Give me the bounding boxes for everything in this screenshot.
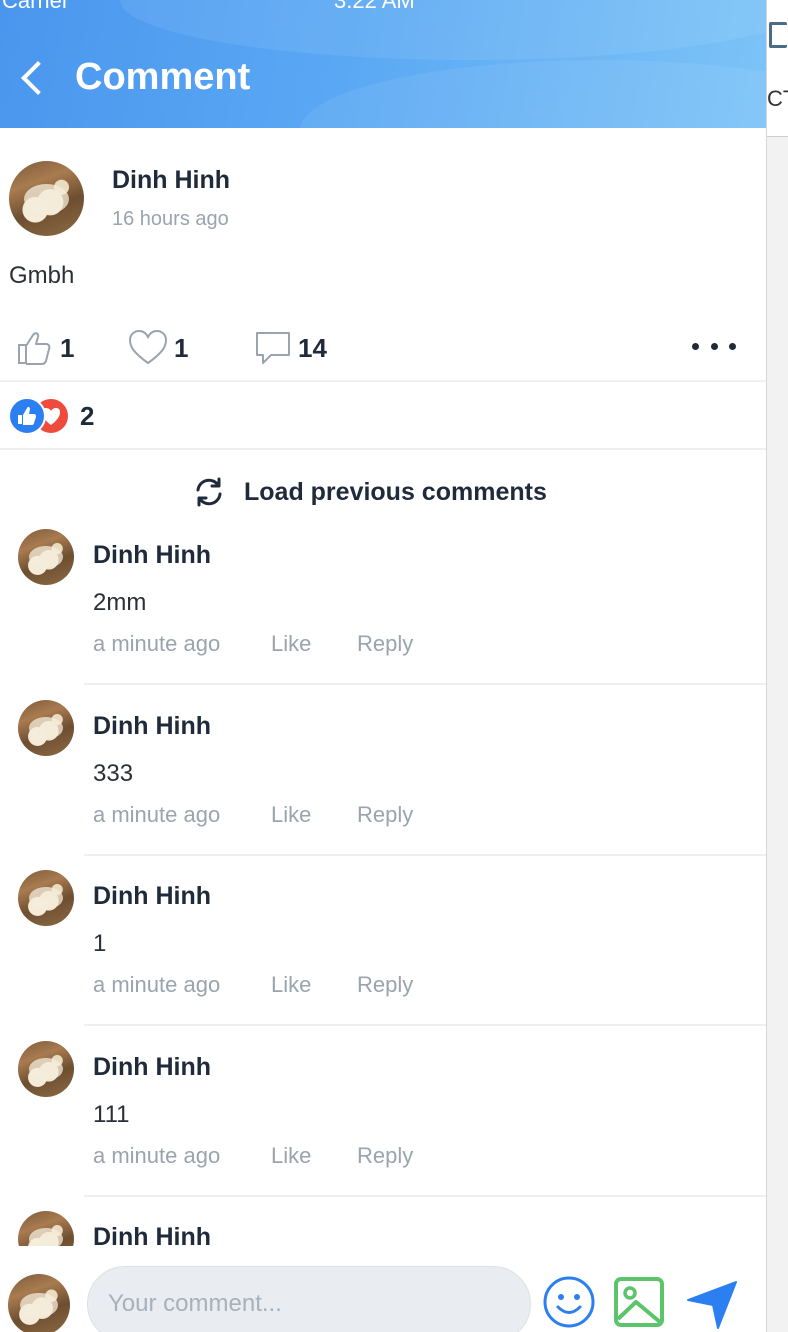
comment-item: Dinh Hinh <box>0 1211 766 1246</box>
image-attach-button[interactable] <box>612 1274 668 1330</box>
more-dot-icon <box>710 342 718 350</box>
heart-icon <box>128 329 168 365</box>
adjacent-screen-header: CT <box>767 0 788 137</box>
comment-like-button[interactable]: Like <box>271 631 311 657</box>
comment-text: 1 <box>93 930 107 957</box>
comment-avatar[interactable] <box>18 1041 74 1097</box>
load-previous-label: Load previous comments <box>244 477 547 506</box>
comment-time: a minute ago <box>93 1143 221 1168</box>
load-previous-comments-button[interactable]: Load previous comments <box>192 474 547 510</box>
comment-composer <box>0 1246 766 1332</box>
post-timestamp: 16 hours ago <box>112 208 229 230</box>
comment-text: 2mm <box>93 589 147 616</box>
comment-avatar[interactable] <box>18 870 74 926</box>
divider <box>84 683 766 685</box>
post-heart-button[interactable]: 1 <box>128 328 188 368</box>
comment-author[interactable]: Dinh Hinh <box>93 712 211 741</box>
send-arrow-icon <box>687 1281 737 1329</box>
post-comment-button[interactable]: 14 <box>254 328 327 368</box>
comment-author[interactable]: Dinh Hinh <box>93 1053 211 1082</box>
comment-reply-button[interactable]: Reply <box>357 1143 413 1169</box>
more-dot-icon <box>729 342 736 350</box>
comment-like-button[interactable]: Like <box>271 802 311 828</box>
reaction-total: 2 <box>80 400 95 431</box>
navigation-header: Carrier 3:22 AM Comment <box>0 0 766 128</box>
divider <box>84 854 766 856</box>
image-icon <box>614 1277 664 1327</box>
post-like-button[interactable]: 1 <box>16 328 74 368</box>
status-bar: Carrier 3:22 AM <box>0 0 766 13</box>
comment-text: 333 <box>93 760 134 787</box>
comment-avatar[interactable] <box>18 1211 74 1246</box>
comment-time: a minute ago <box>93 802 221 827</box>
emoji-button[interactable] <box>541 1274 597 1330</box>
thumbs-up-icon <box>18 332 51 365</box>
comment-like-button[interactable]: Like <box>271 1143 311 1169</box>
comment-time: a minute ago <box>93 631 221 656</box>
page-title: Comment <box>75 56 251 98</box>
comment-avatar[interactable] <box>18 529 74 585</box>
refresh-icon <box>196 477 222 507</box>
smiley-icon <box>543 1276 595 1328</box>
post-like-count: 1 <box>60 332 75 363</box>
comment-time: a minute ago <box>93 972 221 997</box>
divider <box>84 1195 766 1197</box>
comment-item: Dinh Hinh 111 a minute ago Like Reply <box>0 1041 766 1211</box>
post-author-avatar[interactable] <box>9 161 84 236</box>
comment-like-button[interactable]: Like <box>271 972 311 998</box>
comment-item: Dinh Hinh 1 a minute ago Like Reply <box>0 870 766 1040</box>
adjacent-screen-text: CT <box>767 86 788 111</box>
comment-author[interactable]: Dinh Hinh <box>93 541 211 570</box>
comment-input[interactable] <box>87 1266 531 1332</box>
comment-bubble-icon <box>256 332 290 364</box>
post-comment-count: 14 <box>298 332 327 363</box>
post-heart-count: 1 <box>174 332 189 363</box>
comment-item: Dinh Hinh 333 a minute ago Like Reply <box>0 700 766 870</box>
comment-author[interactable]: Dinh Hinh <box>93 882 211 911</box>
comment-reply-button[interactable]: Reply <box>357 802 413 828</box>
divider <box>0 380 766 382</box>
document-icon <box>769 22 787 48</box>
divider <box>0 448 766 450</box>
reaction-summary[interactable]: 2 <box>8 396 94 436</box>
more-options-button[interactable] <box>692 336 736 356</box>
current-user-avatar <box>8 1274 70 1332</box>
carrier-label: Carrier <box>2 0 70 13</box>
adjacent-screen-edge: CT <box>766 0 788 1332</box>
comment-author[interactable]: Dinh Hinh <box>93 1223 211 1246</box>
comment-avatar[interactable] <box>18 700 74 756</box>
comment-item: Dinh Hinh 2mm a minute ago Like Reply <box>0 529 766 699</box>
comment-text: 111 <box>93 1101 130 1128</box>
post-author-name[interactable]: Dinh Hinh <box>112 166 230 195</box>
back-button[interactable] <box>14 56 54 102</box>
post-text: Gmbh <box>9 262 75 289</box>
more-dot-icon <box>692 342 699 350</box>
comment-reply-button[interactable]: Reply <box>357 972 413 998</box>
divider <box>84 1024 766 1026</box>
like-reaction-icon <box>8 397 46 435</box>
comment-reply-button[interactable]: Reply <box>357 631 413 657</box>
status-time: 3:22 AM <box>334 0 415 13</box>
send-button[interactable] <box>684 1274 740 1330</box>
